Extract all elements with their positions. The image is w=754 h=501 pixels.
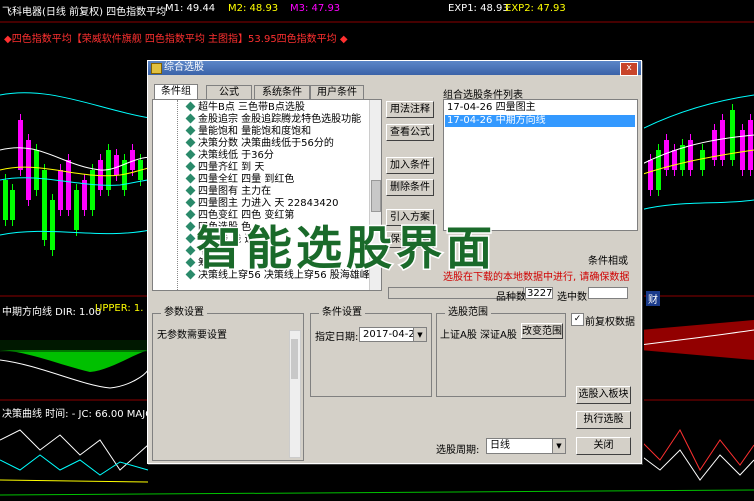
condition-item-selected[interactable]: 17-04-26 中期方向线 [445, 115, 635, 127]
view-formula-button[interactable]: 查看公式 [386, 124, 434, 141]
close-icon[interactable]: x [620, 62, 638, 76]
mid-indicator-label: 中期方向线 DIR: 1.00 [2, 307, 102, 318]
tab-formula[interactable]: 公式 [206, 85, 252, 100]
formula-icon [185, 221, 196, 232]
stock-title: 飞科电器(日线 前复权) 四色指数平均 [2, 7, 167, 18]
formula-icon [185, 101, 196, 112]
param-scrollbar[interactable] [289, 330, 301, 458]
range-group: 选股范围 上证A股 深证A股 改变范围 [436, 307, 566, 397]
scrollbar-thumb[interactable] [371, 180, 381, 212]
add-to-block-button[interactable]: 选股入板块 [576, 386, 631, 404]
m2-value: M2: 48.93 [228, 3, 279, 14]
condition-item[interactable]: 17-04-26 四量图主 [445, 102, 635, 114]
chevron-down-icon[interactable]: ▼ [413, 328, 426, 341]
tree-item[interactable]: 金股追宗 金股追踪腾龙特色选股功能 [185, 113, 362, 125]
overlay-title: 智能选股界面 [195, 220, 496, 277]
formula-icon [185, 185, 196, 196]
param-settings-group: 参数设置 无参数需要设置 [152, 307, 304, 461]
range-text: 上证A股 深证A股 [440, 330, 517, 341]
stock-count-value: 3227 [525, 287, 553, 299]
exp2-value: EXP2: 47.93 [505, 3, 566, 14]
period-select[interactable]: 日线 ▼ [486, 438, 566, 454]
app-icon [151, 63, 162, 74]
tab-user-condition[interactable]: 用户条件 [310, 85, 364, 100]
m1-value: M1: 49.44 [165, 3, 216, 14]
tree-item[interactable]: 四量图主 力进入 天 22843420 [185, 197, 339, 209]
add-condition-button[interactable]: 加入条件 [386, 157, 434, 174]
selected-count-label: 选中数 [557, 292, 587, 303]
date-picker[interactable]: 2017-04-26 ▼ [359, 327, 427, 342]
dialog-titlebar[interactable]: 综合选股 x [148, 61, 641, 76]
dialog-title: 综合选股 [164, 62, 204, 73]
tree-item[interactable]: 决策分数 决策曲线低于56分的 [185, 137, 334, 149]
tree-item-label: 四量齐红 到 天 [198, 162, 265, 173]
tree-item-label: 决策线低 于36分 [198, 150, 274, 161]
adjusted-data-checkbox[interactable]: ✓ [571, 313, 584, 326]
adjusted-data-label[interactable]: 前复权数据 [585, 313, 635, 328]
formula-icon [185, 257, 196, 268]
delete-condition-button[interactable]: 删除条件 [386, 179, 434, 196]
formula-icon [185, 137, 196, 148]
formula-icon [185, 113, 196, 124]
m3-value: M3: 47.93 [290, 3, 341, 14]
tree-item-label: 决策分数 决策曲线低于56分的 [198, 138, 334, 149]
tree-item-label: 四量图主 力进入 天 22843420 [198, 198, 339, 209]
formula-icon [185, 233, 196, 244]
period-value: 日线 [490, 440, 510, 451]
tree-item[interactable]: 决策线低 于36分 [185, 149, 274, 161]
or-condition-radio-label[interactable]: 条件相或 [588, 252, 628, 267]
close-button[interactable]: 关闭 [576, 437, 631, 455]
tree-item-label: 金股追宗 金股追踪腾龙特色选股功能 [198, 114, 362, 125]
indicator-banner: ◆四色指数平均【荣威软件旗舰 四色指数平均 主图指】53.95四色指数平均 ◆ [4, 34, 348, 45]
upper-value: UPPER: 1. [95, 303, 144, 314]
formula-icon [185, 125, 196, 136]
execute-screening-button[interactable]: 执行选股 [576, 411, 631, 429]
date-label: 指定日期: [315, 332, 359, 343]
right-tag: 财 [646, 291, 660, 306]
tree-item-label: 四量全红 四量 到红色 [198, 174, 295, 185]
formula-icon [185, 197, 196, 208]
tree-guide-line [177, 100, 179, 290]
condition-settings-title: 条件设置 [319, 307, 365, 319]
lower-indicator-label: 决策曲线 时间: - JC: 66.00 MAJO [2, 409, 154, 420]
formula-icon [185, 245, 196, 256]
formula-icon [185, 269, 196, 280]
stock-count-label: 品种数 [496, 292, 526, 303]
tree-item[interactable]: 四量图有 主力在 [185, 185, 272, 197]
param-settings-title: 参数设置 [161, 307, 207, 319]
change-range-button[interactable]: 改变范围 [521, 323, 563, 339]
tree-item-label: 量能饱和 量能饱和度饱和 [198, 126, 312, 137]
period-label: 选股周期: [436, 445, 480, 456]
tree-item[interactable]: 超牛B点 三色带B点选股 [185, 101, 305, 113]
tree-item[interactable]: 四量全红 四量 到红色 [185, 173, 295, 185]
tab-system-condition[interactable]: 系统条件 [254, 85, 310, 100]
formula-icon [185, 209, 196, 220]
selected-count-value [588, 287, 628, 299]
chevron-down-icon[interactable]: ▼ [552, 439, 565, 453]
formula-icon [185, 161, 196, 172]
exp1-value: EXP1: 48.93 [448, 3, 509, 14]
formula-icon [185, 149, 196, 160]
tree-item[interactable]: 量能饱和 量能饱和度饱和 [185, 125, 312, 137]
scrollbar-thumb[interactable] [291, 339, 298, 379]
tree-item-label: 超牛B点 三色带B点选股 [198, 102, 305, 113]
tree-item[interactable]: 四量齐红 到 天 [185, 161, 265, 173]
param-settings-text: 无参数需要设置 [157, 330, 227, 341]
range-title: 选股范围 [445, 307, 491, 319]
formula-icon [185, 173, 196, 184]
condition-settings-group: 条件设置 指定日期: 2017-04-26 ▼ [310, 307, 432, 397]
usage-note-button[interactable]: 用法注释 [386, 101, 434, 118]
tree-item-label: 四量图有 主力在 [198, 186, 272, 197]
